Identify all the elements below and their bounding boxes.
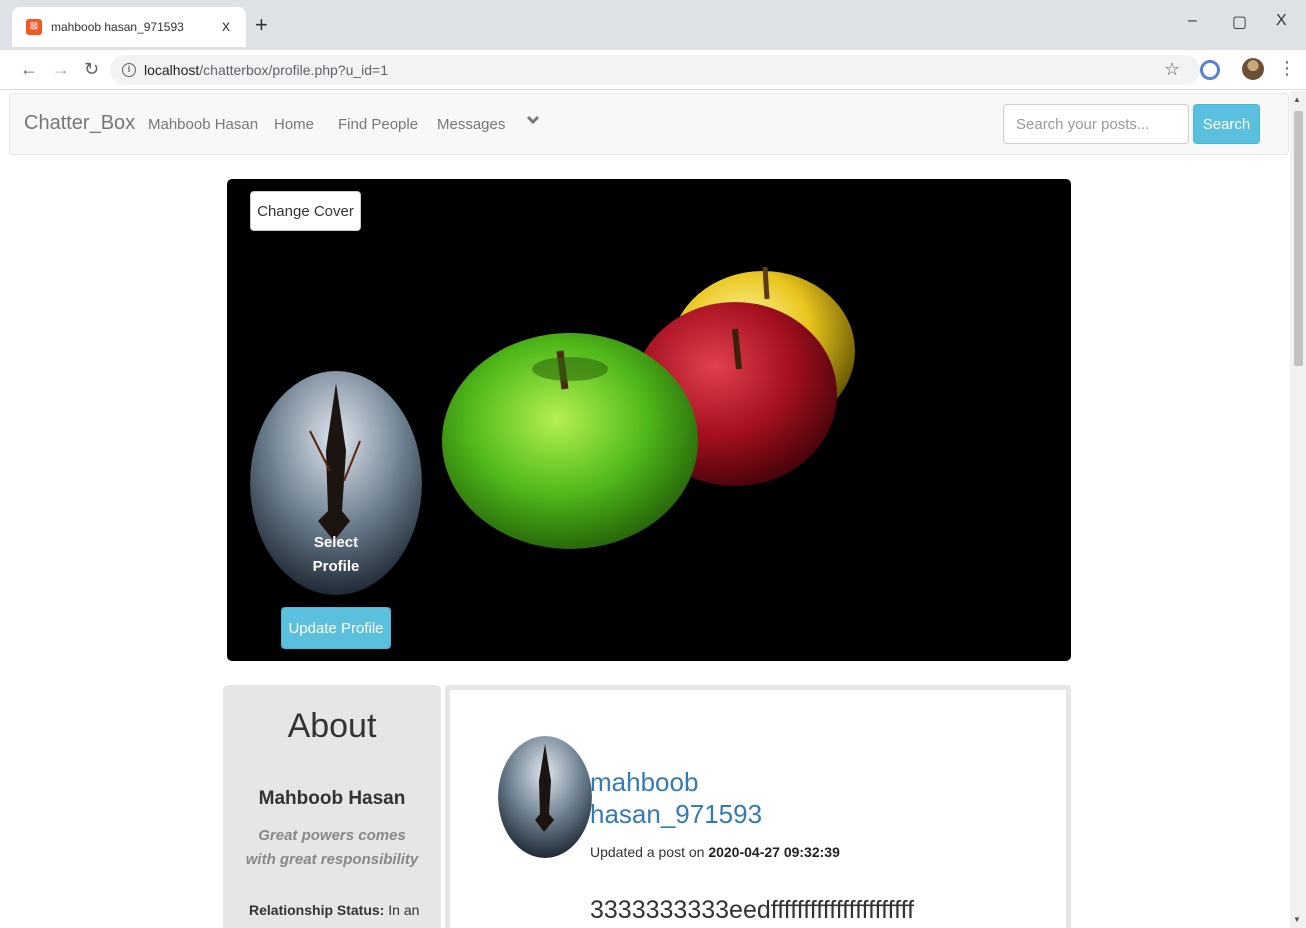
xampp-icon: ⊠ (26, 19, 42, 35)
select-profile-line2: Profile (312, 558, 360, 575)
search-button[interactable]: Search (1193, 104, 1260, 144)
about-panel: About Mahboob Hasan Great powers comes w… (223, 685, 441, 928)
back-arrow-icon[interactable]: ← (20, 58, 38, 80)
post-avatar-image (498, 736, 592, 858)
nav-link-find-people[interactable]: Find People (338, 116, 418, 133)
extension-icon[interactable] (1200, 60, 1220, 80)
update-profile-button[interactable]: Update Profile (281, 607, 391, 649)
about-name: Mahboob Hasan (258, 788, 406, 809)
restore-icon[interactable]: ▢ (1232, 12, 1247, 32)
nav-link-profile[interactable]: Mahboob Hasan (148, 116, 258, 133)
select-profile-label[interactable]: Select Profile (250, 531, 422, 579)
post-card: mahboob hasan_971593 Updated a post on 2… (445, 685, 1071, 928)
post-username-line2: hasan_971593 (590, 799, 763, 829)
profile-picture[interactable]: Select Profile (250, 371, 422, 595)
url-field[interactable]: i localhost/chatterbox/profile.php?u_id=… (110, 55, 1200, 85)
star-icon[interactable]: ☆ (1164, 59, 1180, 80)
url-path: /chatterbox/profile.php?u_id=1 (199, 62, 389, 78)
tab-close-icon[interactable]: x (216, 18, 236, 36)
browser-tab[interactable]: ⊠ mahboob hasan_971593 x (12, 7, 246, 47)
site-navbar: Chatter_Box Mahboob Hasan Home Find Peop… (9, 93, 1289, 155)
nav-link-home[interactable]: Home (274, 116, 314, 133)
relationship-value: In an (388, 902, 420, 918)
post-meta-prefix: Updated a post on (590, 844, 705, 860)
menu-dots-icon[interactable]: ⋮ (1278, 58, 1296, 79)
scroll-thumb[interactable] (1294, 111, 1303, 366)
forward-arrow-icon[interactable]: → (52, 58, 70, 80)
reload-icon[interactable]: ↻ (84, 58, 99, 80)
post-timestamp: 2020-04-27 09:32:39 (708, 844, 840, 860)
scroll-up-icon[interactable]: ▲ (1293, 95, 1301, 104)
tab-title: mahboob hasan_971593 (51, 20, 184, 34)
search-input[interactable] (1003, 104, 1189, 144)
chevron-down-icon[interactable] (526, 114, 540, 129)
address-bar: ← → ↻ i localhost/chatterbox/profile.php… (0, 50, 1306, 90)
new-tab-button[interactable]: + (255, 13, 268, 37)
post-avatar[interactable] (498, 736, 592, 858)
post-username-line1: mahboob (590, 767, 699, 797)
scroll-down-icon[interactable]: ▼ (1293, 915, 1301, 924)
browser-tabbar: ⊠ mahboob hasan_971593 x + – ▢ X (0, 0, 1306, 50)
url-text: localhost/chatterbox/profile.php?u_id=1 (144, 62, 388, 78)
cover-photo: Change Cover Select Profile Update Profi… (227, 179, 1071, 661)
post-content: 3333333333eedffffffffffffffffffffff (590, 896, 915, 924)
brand-link[interactable]: Chatter_Box (24, 112, 135, 135)
post-meta: Updated a post on 2020-04-27 09:32:39 (590, 844, 840, 860)
relationship-status: Relationship Status: In an (223, 902, 441, 918)
info-icon[interactable]: i (122, 63, 136, 77)
relationship-label: Relationship Status: (249, 902, 385, 918)
change-cover-button[interactable]: Change Cover (250, 191, 361, 231)
select-profile-line1: Select (313, 534, 359, 551)
page-scrollbar[interactable]: ▲ ▼ (1290, 91, 1306, 928)
about-quote: Great powers comes with great responsibi… (245, 827, 419, 868)
close-window-icon[interactable]: X (1276, 12, 1287, 30)
nav-link-messages[interactable]: Messages (437, 116, 505, 133)
minimize-icon[interactable]: – (1188, 12, 1197, 30)
about-heading: About (287, 707, 377, 745)
url-host: localhost (144, 62, 200, 78)
post-username-link[interactable]: mahboob hasan_971593 (590, 766, 762, 830)
browser-profile-avatar[interactable] (1242, 58, 1264, 80)
page-viewport: Chatter_Box Mahboob Hasan Home Find Peop… (0, 91, 1306, 928)
